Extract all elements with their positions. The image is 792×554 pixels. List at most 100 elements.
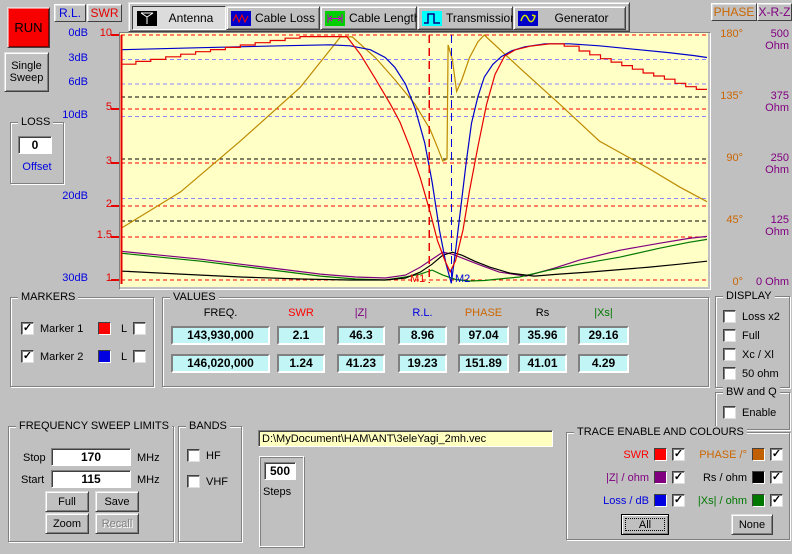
phase-axis-toggle[interactable]: PHASE [711, 3, 757, 21]
swr-axis-toggle[interactable]: SWR [87, 4, 122, 22]
swr-axis-tick-label: 5 [90, 101, 112, 113]
markers-panel: MARKERS ✓Marker 1L✓Marker 2L [10, 297, 154, 387]
stop-frequency-input[interactable] [51, 448, 131, 466]
single-sweep-button[interactable]: Single Sweep [4, 52, 49, 92]
value-column-header-swr: SWR [277, 307, 325, 319]
zoom-button-label: Zoom [53, 518, 81, 530]
xc-xl-checkbox[interactable] [723, 348, 736, 361]
marker-lock-label: L [121, 323, 127, 335]
value-phase-m1: 97.04 [458, 326, 509, 345]
swr-axis-tick-label: 10 [90, 27, 112, 39]
toolbar-button-cable-loss[interactable]: Cable Loss [226, 6, 320, 30]
marker-color-swatch[interactable] [98, 350, 111, 363]
value-z-m1: 46.3 [337, 326, 385, 345]
steps-input[interactable] [264, 462, 296, 480]
toolbar-button-antenna[interactable]: Antenna [132, 6, 226, 30]
toolbar-button-label: Cable Length [349, 11, 420, 25]
toolbar-button-label: Generator [542, 11, 621, 25]
50-ohm-checkbox[interactable] [723, 367, 736, 380]
loss-db-enable-checkbox[interactable]: ✓ [672, 494, 685, 507]
trace-label: Rs / ohm [703, 472, 747, 484]
run-button[interactable]: RUN [7, 7, 50, 48]
recall-button[interactable]: Recall [95, 513, 139, 534]
trace-label: SWR [623, 449, 649, 461]
bands-panel: BANDS HFVHF [178, 426, 242, 542]
marker-2-checkbox[interactable]: ✓ [21, 350, 34, 363]
trace-row-rs-ohm: Rs / ohm ✓ [689, 466, 783, 489]
rl-axis-toggle[interactable]: R.L. [54, 4, 86, 22]
marker-row-2: ✓Marker 2L [21, 350, 146, 363]
marker-2-l-checkbox[interactable] [133, 350, 146, 363]
toolbar-button-transmission[interactable]: Transmission [417, 6, 513, 30]
marker-1-l-checkbox[interactable] [133, 322, 146, 335]
db-axis-tick-label: 3dB [52, 52, 88, 64]
enable-checkbox[interactable] [723, 406, 736, 419]
value-column-header-phase: PHASE [458, 307, 509, 319]
option-row-full: Full [723, 329, 760, 342]
svg-text:M1: M1 [410, 273, 425, 285]
hf-checkbox[interactable] [187, 449, 200, 462]
swr-axis-label: SWR [91, 6, 119, 20]
trace-color-swatch[interactable] [752, 471, 765, 484]
trace-color-swatch[interactable] [752, 494, 765, 507]
swr-axis-tick-mark [111, 279, 119, 281]
toolbar-button-label: Cable Loss [255, 11, 315, 25]
xrz-axis-toggle[interactable]: X-R-Z [757, 3, 792, 21]
value-rs-m1: 35.96 [518, 326, 567, 345]
trace-all-button[interactable]: All [621, 514, 669, 535]
zoom-button[interactable]: Zoom [45, 513, 89, 534]
display-panel: DISPLAY Loss x2FullXc / Xl50 ohm [715, 296, 790, 388]
chart-plot-area[interactable]: M1M2 [119, 32, 711, 290]
swr-axis-tick-label: 1.5 [90, 229, 112, 241]
marker-label: Marker 1 [40, 323, 92, 335]
trace-row-swr: SWR ✓ [573, 443, 685, 466]
trace-color-swatch[interactable] [654, 471, 667, 484]
toolbar-button-generator[interactable]: Generator [513, 6, 626, 30]
phase-tick-label: 45° [711, 214, 743, 238]
option-row-enable: Enable [723, 406, 776, 419]
save-button[interactable]: Save [95, 491, 139, 512]
full-checkbox[interactable] [723, 329, 736, 342]
loss-panel-title: LOSS [18, 116, 53, 128]
value-column-header-z: |Z| [337, 307, 385, 319]
marker-color-swatch[interactable] [98, 322, 111, 335]
trace-all-label: All [639, 519, 651, 531]
value-swr-m1: 2.1 [277, 326, 325, 345]
vhf-checkbox[interactable] [187, 475, 200, 488]
trace-label: |Xs| / ohm [698, 495, 747, 507]
run-button-label: RUN [14, 20, 42, 35]
full-button[interactable]: Full [45, 491, 89, 512]
phase-enable-checkbox[interactable]: ✓ [770, 448, 783, 461]
z-ohm-enable-checkbox[interactable]: ✓ [672, 471, 685, 484]
rs-ohm-enable-checkbox[interactable]: ✓ [770, 471, 783, 484]
trace-color-swatch[interactable] [752, 448, 765, 461]
swr-axis-tick-mark [111, 162, 119, 164]
file-path-field[interactable] [258, 430, 553, 447]
ohm-tick-label: 250 Ohm [747, 152, 789, 176]
loss-offset-input[interactable] [18, 136, 52, 154]
start-frequency-input[interactable] [51, 470, 131, 488]
trace-none-button[interactable]: None [731, 514, 773, 535]
option-label: Loss x2 [742, 311, 780, 323]
chart-canvas[interactable]: M1M2 [120, 33, 708, 287]
ohm-tick-label: 500 Ohm [747, 28, 789, 52]
swr-enable-checkbox[interactable]: ✓ [672, 448, 685, 461]
trace-label: PHASE /° [699, 449, 747, 461]
swr-axis-tick-label: 3 [90, 155, 112, 167]
marker-1-checkbox[interactable]: ✓ [21, 322, 34, 335]
toolbar-button-label: Transmission [446, 11, 517, 25]
toolbar-button-cable-length[interactable]: Cable Length [320, 6, 417, 30]
phase-tick-label: 180° [711, 28, 743, 52]
trace-color-swatch[interactable] [654, 494, 667, 507]
trace-color-swatch[interactable] [654, 448, 667, 461]
xrz-axis-label: X-R-Z [759, 5, 791, 19]
db-axis-tick-label: 10dB [52, 109, 88, 121]
trace-column-left: SWR✓|Z| / ohm✓Loss / dB✓ [573, 443, 685, 512]
stop-label: Stop [23, 452, 46, 464]
loss-x2-checkbox[interactable] [723, 310, 736, 323]
option-row-xc-xl: Xc / Xl [723, 348, 774, 361]
recall-button-label: Recall [102, 518, 133, 530]
xs-ohm-enable-checkbox[interactable]: ✓ [770, 494, 783, 507]
value-freq-m1: 143,930,000 [171, 326, 270, 345]
value-rs-m2: 41.01 [518, 354, 567, 373]
